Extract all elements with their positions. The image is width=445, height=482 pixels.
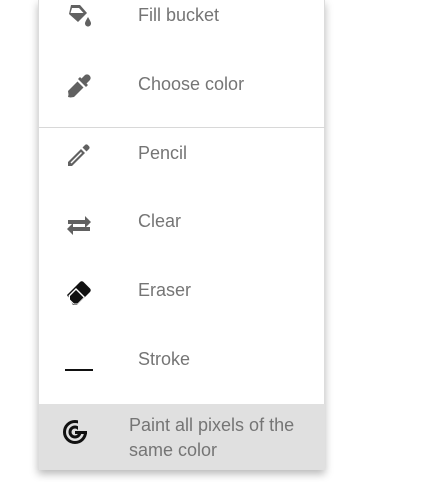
pencil-icon	[63, 139, 95, 171]
menu-divider	[39, 127, 325, 128]
menu-item-label: Paint all pixels of the same color	[129, 415, 295, 460]
swap-arrows-icon	[63, 209, 95, 241]
fill-bucket-icon	[63, 0, 95, 32]
paint-all-icon	[59, 416, 91, 448]
eyedropper-icon	[63, 70, 95, 102]
eraser-icon	[63, 276, 95, 308]
menu-item-label: Eraser	[138, 280, 192, 300]
menu-item-label: Clear	[138, 211, 182, 231]
menu-item-paint-all-pixels[interactable]: Paint all pixels of the same color	[39, 404, 325, 470]
menu-item-fill-bucket[interactable]: Fill bucket	[39, 0, 325, 30]
menu-item-pencil[interactable]: Pencil	[39, 135, 325, 175]
menu-item-stroke[interactable]: Stroke	[39, 341, 325, 381]
stroke-line-icon	[63, 347, 95, 379]
menu-item-label: Pencil	[138, 143, 188, 163]
menu-item-label: Stroke	[138, 349, 191, 369]
menu-item-label: Fill bucket	[138, 5, 220, 25]
menu-item-choose-color[interactable]: Choose color	[39, 66, 325, 106]
menu-item-label: Choose color	[138, 74, 245, 94]
menu-item-clear[interactable]: Clear	[39, 203, 325, 243]
tool-menu: Fill bucket Choose color Pencil Clear Er…	[38, 0, 325, 470]
menu-item-eraser[interactable]: Eraser	[39, 272, 325, 312]
